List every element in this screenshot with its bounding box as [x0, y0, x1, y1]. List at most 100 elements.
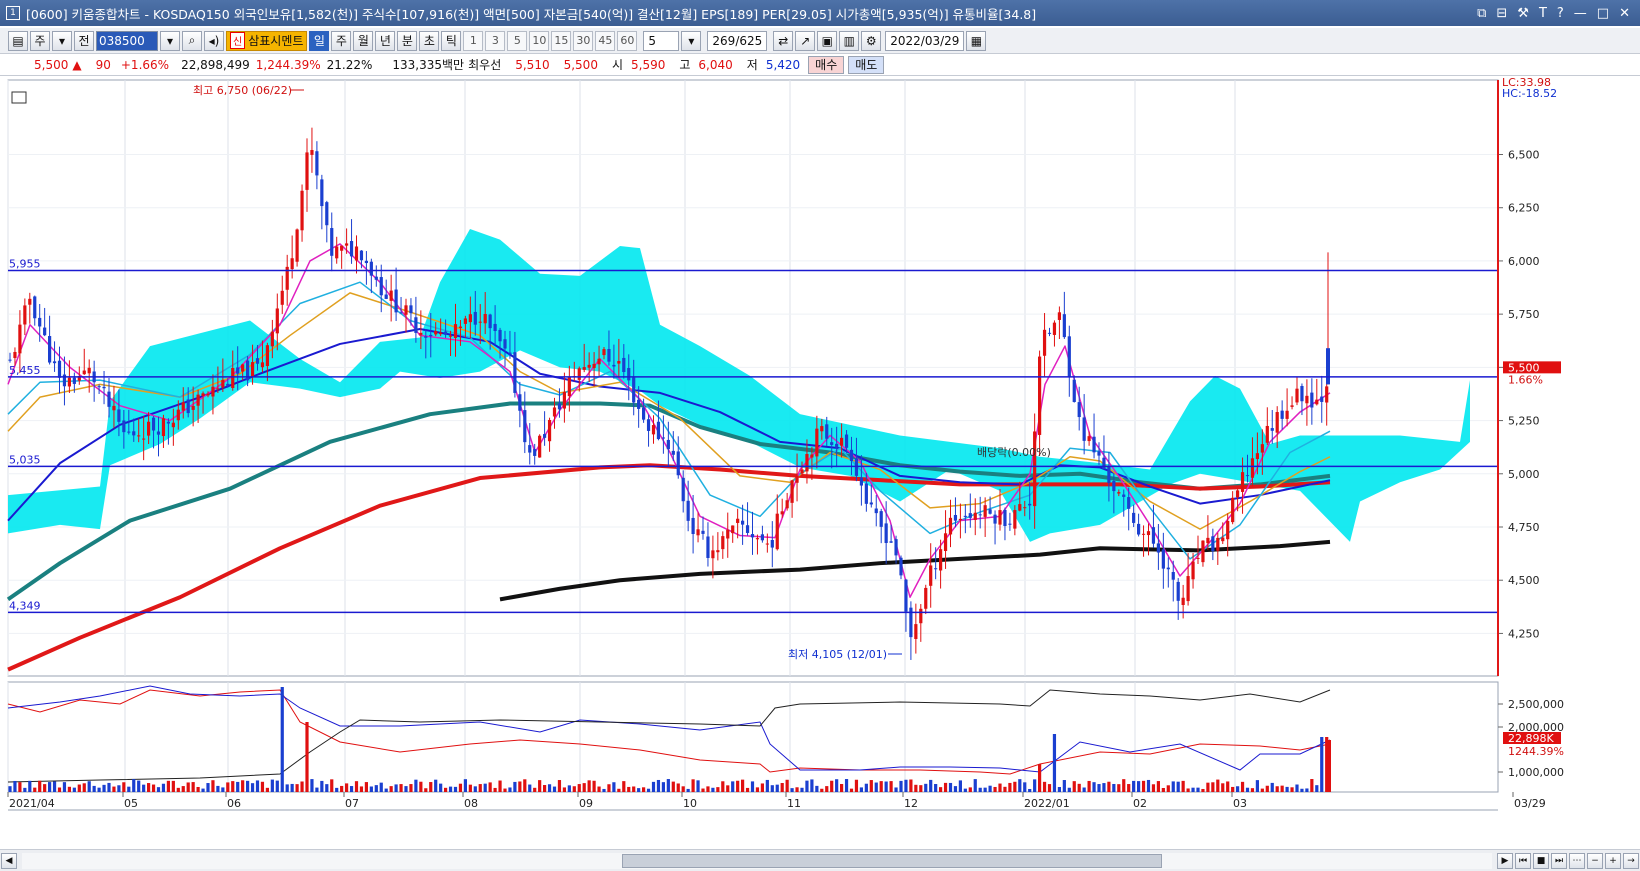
image-icon[interactable]: ▣ — [817, 30, 838, 51]
zoom-in-icon[interactable]: + — [1605, 852, 1621, 869]
minute-1-button[interactable]: 1 — [463, 30, 484, 51]
minute-5-button[interactable]: 5 — [507, 30, 528, 51]
volume-bar — [1122, 779, 1126, 792]
range-field[interactable]: 269 /625 — [707, 30, 768, 51]
minute-30-button[interactable]: 30 — [573, 30, 594, 51]
prev-button[interactable]: 전 — [74, 30, 94, 51]
window-title: [0600] 키움종합차트 - KOSDAQ150 외국인보유[1,582(천)… — [26, 6, 1037, 22]
count-dropdown-icon[interactable]: ▾ — [681, 30, 702, 51]
candle-body — [1122, 494, 1126, 497]
candle-body — [849, 449, 854, 462]
gear-icon[interactable]: ⚙ — [861, 30, 882, 51]
volume-bar — [676, 783, 680, 792]
period-minute-button[interactable]: 분 — [397, 30, 418, 51]
tools-icon[interactable]: ⚒ — [1517, 6, 1529, 21]
save-icon[interactable]: ▥ — [839, 30, 860, 51]
zoom-icon[interactable]: ⇄ — [773, 30, 794, 51]
volume-bar — [38, 780, 42, 792]
volume-bar — [122, 782, 126, 792]
candle-body — [696, 529, 700, 536]
chart-type-icon[interactable]: ▤ — [8, 30, 28, 51]
sell-button[interactable]: 매도 — [848, 55, 885, 74]
ruler-icon[interactable]: ⋯ — [1569, 852, 1585, 869]
minute-60-button[interactable]: 60 — [617, 30, 638, 51]
rewind-icon[interactable]: ⏮ — [1515, 852, 1531, 869]
draw-icon[interactable]: ↗ — [795, 30, 816, 51]
period-second-button[interactable]: 초 — [419, 30, 440, 51]
volume-bar — [1171, 781, 1175, 792]
zoom-out-icon[interactable]: − — [1587, 852, 1603, 869]
candle-body — [840, 437, 844, 446]
period-dropdown[interactable]: 주 — [30, 30, 50, 51]
minimize-icon[interactable]: — — [1574, 6, 1587, 21]
candle-body — [1137, 523, 1141, 535]
volume-bar — [1018, 779, 1022, 792]
minute-15-button[interactable]: 15 — [551, 30, 572, 51]
volume-bar — [656, 779, 661, 792]
maximize-icon[interactable]: □ — [1597, 6, 1609, 21]
vol-tick-label: 1,000,000 — [1508, 766, 1564, 779]
candle-body — [1270, 428, 1274, 431]
scroll-track[interactable] — [22, 852, 1492, 869]
close-icon[interactable]: ✕ — [1619, 6, 1630, 21]
volume-bar — [1107, 781, 1111, 792]
volume-bar — [508, 787, 512, 792]
volume-bar — [849, 788, 854, 792]
volume-bar — [1196, 787, 1200, 792]
sound-icon[interactable]: ◂) — [204, 30, 224, 51]
scroll-left-icon[interactable]: ◀ — [1, 852, 17, 869]
candle-body — [983, 505, 987, 517]
period-tick-button[interactable]: 틱 — [441, 30, 462, 51]
volume-bar — [295, 784, 299, 792]
split-icon[interactable]: ⊟ — [1496, 6, 1507, 21]
scroll-right-icon[interactable]: ▶ — [1497, 852, 1513, 869]
x-tick-label: 10 — [683, 797, 697, 810]
volume-bar — [1033, 779, 1037, 792]
volume-bar — [181, 786, 185, 792]
search-icon[interactable]: ⌕ — [182, 30, 202, 51]
price-chart[interactable]: 6,5006,2506,0005,7505,5005,2505,0004,750… — [0, 76, 1640, 848]
minute-3-button[interactable]: 3 — [485, 30, 506, 51]
buy-button[interactable]: 매수 — [808, 55, 845, 74]
chevron-down-icon[interactable]: ▾ — [52, 30, 72, 51]
candle-body — [300, 190, 304, 231]
help-icon[interactable]: ? — [1557, 6, 1564, 21]
volume-bar — [250, 783, 255, 792]
chart-scrollbar[interactable]: ◀ ▶ ⏮ ■ ⏭ ⋯ − + → — [0, 849, 1640, 871]
high-annotation: 최고 6,750 (06/22) — [193, 84, 292, 97]
stop-icon[interactable]: ■ — [1533, 852, 1549, 869]
period-day-button[interactable]: 일 — [309, 30, 330, 51]
forward-icon[interactable]: ⏭ — [1551, 852, 1567, 869]
candle-body — [637, 399, 641, 409]
candle-body — [171, 422, 175, 428]
calendar-icon[interactable]: ▦ — [966, 30, 987, 51]
stock-code-input[interactable] — [96, 30, 158, 51]
minute-10-button[interactable]: 10 — [529, 30, 550, 51]
count-field[interactable]: 5 — [643, 30, 680, 51]
candle-body — [216, 388, 220, 390]
volume-bar — [300, 781, 304, 792]
candle-body — [830, 442, 834, 445]
volume-bar — [538, 780, 542, 792]
stock-name-badge[interactable]: 신 삼표시멘트 — [226, 30, 308, 51]
candle-body — [57, 360, 62, 378]
scroll-thumb[interactable] — [622, 853, 1162, 868]
candle-body — [1008, 523, 1012, 525]
fit-icon[interactable]: → — [1623, 852, 1639, 869]
date-field[interactable]: 2022/03/29 — [885, 30, 965, 51]
candle-body — [577, 368, 581, 380]
candle-body — [617, 360, 621, 364]
chart-area[interactable]: 6,5006,2506,0005,7505,5005,2505,0004,750… — [0, 76, 1640, 856]
candle-body — [191, 405, 195, 410]
text-icon[interactable]: T — [1539, 6, 1547, 21]
code-dropdown-icon[interactable]: ▾ — [160, 30, 180, 51]
volume-bar — [221, 787, 225, 792]
restore-icon[interactable]: ⧉ — [1477, 6, 1486, 21]
range-value: 269 — [712, 33, 736, 48]
period-week-button[interactable]: 주 — [331, 30, 352, 51]
period-month-button[interactable]: 월 — [353, 30, 374, 51]
candle-body — [557, 403, 562, 410]
volume-bar — [354, 781, 359, 792]
period-year-button[interactable]: 년 — [375, 30, 396, 51]
minute-45-button[interactable]: 45 — [595, 30, 616, 51]
